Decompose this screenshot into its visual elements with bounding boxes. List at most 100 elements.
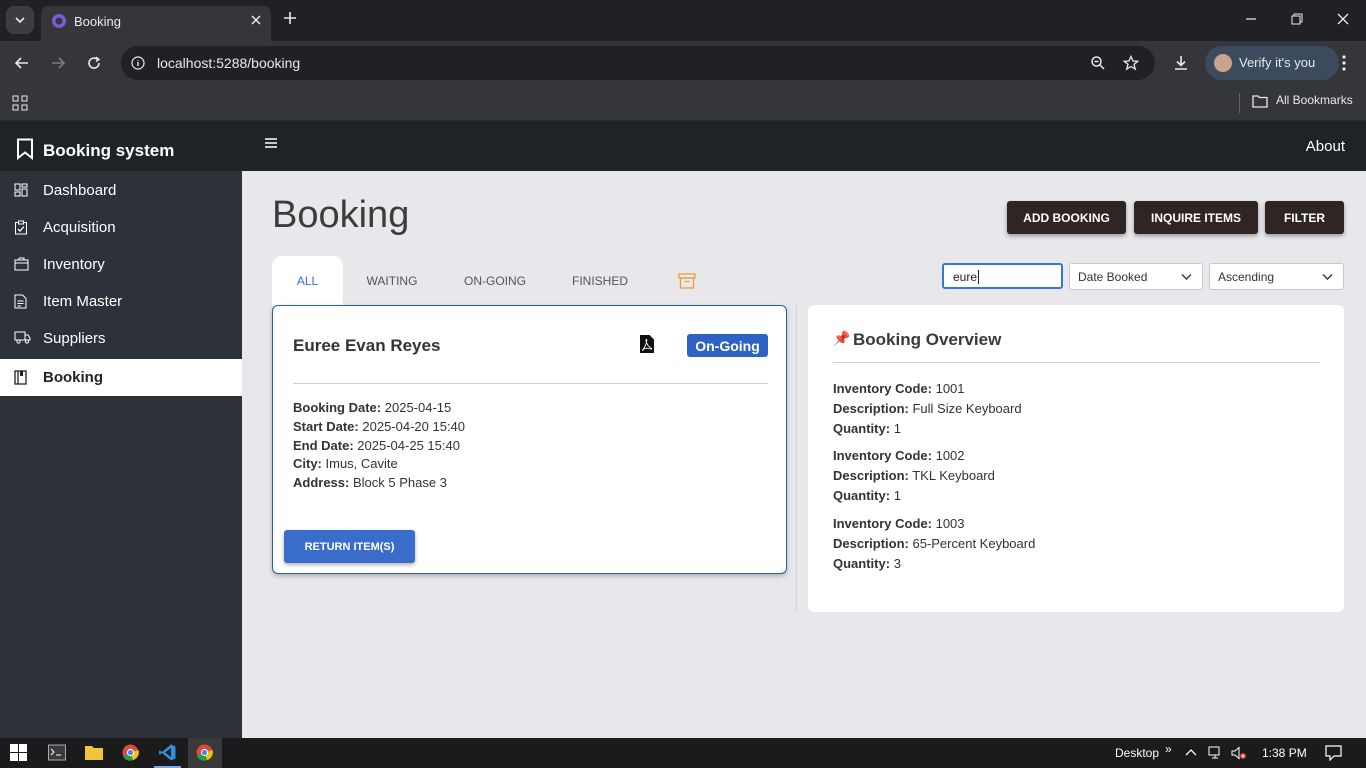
booking-date-row: Booking Date: 2025-04-15 — [293, 400, 451, 415]
volume-muted-icon[interactable] — [1231, 746, 1247, 760]
sidebar-brand[interactable]: Booking system — [0, 121, 242, 171]
sidebar-item-label: Booking — [43, 369, 103, 386]
inventory-code-value: 1001 — [935, 381, 965, 396]
all-bookmarks-link[interactable]: All Bookmarks — [1276, 93, 1353, 107]
browser-tab-bar: Booking — [0, 0, 1366, 41]
inventory-box-icon — [14, 257, 29, 271]
sidebar-item-label: Acquisition — [43, 219, 116, 236]
chevron-down-icon — [15, 17, 25, 24]
window-close-icon[interactable] — [1336, 12, 1350, 26]
overview-title: Booking Overview — [853, 330, 1002, 349]
reload-icon[interactable] — [86, 55, 102, 71]
chevron-double-right-icon[interactable]: » — [1165, 742, 1172, 756]
field-label: Inventory Code: — [833, 516, 932, 531]
vscode-icon[interactable] — [159, 744, 176, 761]
field-label: Description: — [833, 401, 909, 416]
restore-icon[interactable] — [1290, 12, 1304, 26]
sidebar-item-item-master[interactable]: Item Master — [0, 283, 242, 320]
overview-item-code: Inventory Code: 1001 — [833, 381, 965, 396]
sidebar-item-acquisition[interactable]: Acquisition — [0, 209, 242, 246]
tab-archive[interactable] — [667, 256, 707, 306]
back-arrow-icon[interactable] — [14, 55, 30, 71]
sidebar-item-inventory[interactable]: Inventory — [0, 246, 242, 283]
sidebar-item-dashboard[interactable]: Dashboard — [0, 172, 242, 209]
forward-arrow-icon[interactable] — [50, 55, 66, 71]
new-tab-icon[interactable] — [282, 10, 298, 26]
avatar — [1214, 54, 1232, 72]
divider — [796, 305, 797, 611]
sidebar: Booking system Dashboard Acquisition Inv… — [0, 121, 242, 738]
start-date-row: Start Date: 2025-04-20 15:40 — [293, 419, 465, 434]
sort-order-select[interactable]: Ascending — [1209, 263, 1344, 290]
field-label: Quantity: — [833, 421, 891, 436]
taskbar: Desktop » 1:38 PM — [0, 738, 1366, 768]
inquire-items-button[interactable]: INQUIRE ITEMS — [1134, 201, 1258, 234]
quantity-value: 1 — [893, 488, 901, 503]
hamburger-menu-icon[interactable] — [265, 138, 277, 148]
site-info-icon[interactable] — [131, 56, 145, 70]
document-icon — [14, 294, 27, 309]
chevron-down-icon — [1181, 274, 1192, 280]
search-input[interactable]: eure — [942, 263, 1063, 289]
description-value: 65-Percent Keyboard — [912, 536, 1036, 551]
clipboard-check-icon — [15, 220, 27, 235]
address-bar[interactable]: localhost:5288/booking — [121, 46, 1155, 80]
divider — [293, 383, 768, 384]
tab-all[interactable]: ALL — [272, 256, 343, 306]
download-icon[interactable] — [1172, 54, 1190, 72]
zoom-icon[interactable] — [1090, 55, 1106, 71]
divider — [1239, 93, 1240, 113]
quantity-value: 3 — [893, 556, 901, 571]
taskbar-chrome-active[interactable] — [188, 738, 222, 768]
close-icon[interactable] — [249, 13, 263, 27]
divider — [833, 362, 1320, 363]
booking-customer-name: Euree Evan Reyes — [293, 336, 441, 355]
site-favicon-icon — [52, 14, 66, 28]
overview-item-description: Description: 65-Percent Keyboard — [833, 536, 1035, 551]
apps-grid-icon[interactable] — [12, 95, 28, 111]
profile-button[interactable]: Verify it's you — [1205, 46, 1339, 80]
minimize-icon[interactable] — [1244, 12, 1258, 26]
pdf-icon[interactable] — [639, 334, 655, 354]
overview-item-quantity: Quantity: 3 — [833, 556, 901, 571]
return-items-button[interactable]: RETURN ITEM(S) — [284, 530, 415, 563]
sidebar-item-suppliers[interactable]: Suppliers — [0, 320, 242, 357]
terminal-icon[interactable] — [48, 744, 66, 761]
tab-waiting[interactable]: WAITING — [355, 256, 429, 306]
windows-start-icon[interactable] — [10, 744, 27, 761]
quantity-value: 1 — [893, 421, 901, 436]
inventory-code-value: 1003 — [935, 516, 965, 531]
dashboard-icon — [14, 183, 28, 197]
end-date-row: End Date: 2025-04-25 15:40 — [293, 438, 460, 453]
text-cursor — [978, 270, 980, 284]
overview-item-quantity: Quantity: 1 — [833, 421, 901, 436]
bookmark-star-icon[interactable] — [1123, 55, 1139, 71]
booking-card[interactable]: Euree Evan Reyes On-Going Booking Date: … — [272, 305, 787, 574]
overview-item-code: Inventory Code: 1003 — [833, 516, 965, 531]
bookmark-logo-icon — [17, 138, 33, 160]
page-title: Booking — [272, 194, 410, 236]
field-label: Description: — [833, 536, 909, 551]
chrome-icon[interactable] — [122, 744, 139, 761]
menu-dots-icon[interactable] — [1336, 54, 1352, 72]
sort-field-select[interactable]: Date Booked — [1069, 263, 1203, 290]
add-booking-button[interactable]: ADD BOOKING — [1007, 201, 1126, 234]
tab-finished[interactable]: FINISHED — [561, 256, 639, 306]
desktop-toolbar-label[interactable]: Desktop — [1115, 746, 1159, 760]
tab-search-button[interactable] — [6, 6, 34, 34]
city-row: City: Imus, Cavite — [293, 456, 398, 471]
network-icon[interactable] — [1208, 746, 1224, 760]
field-label: Address: — [293, 475, 350, 490]
tab-on-going[interactable]: ON-GOING — [453, 256, 537, 306]
chevron-up-icon[interactable] — [1185, 748, 1197, 756]
notification-icon[interactable] — [1325, 745, 1342, 761]
sidebar-item-booking[interactable]: Booking — [0, 359, 242, 396]
app-header: About — [242, 121, 1366, 171]
file-explorer-icon[interactable] — [85, 744, 103, 760]
browser-tab[interactable]: Booking — [41, 6, 271, 41]
system-clock[interactable]: 1:38 PM — [1262, 746, 1307, 760]
filter-button[interactable]: FILTER — [1265, 201, 1344, 234]
profile-label: Verify it's you — [1239, 55, 1316, 70]
about-link[interactable]: About — [1306, 138, 1345, 155]
field-label: Start Date: — [293, 419, 359, 434]
